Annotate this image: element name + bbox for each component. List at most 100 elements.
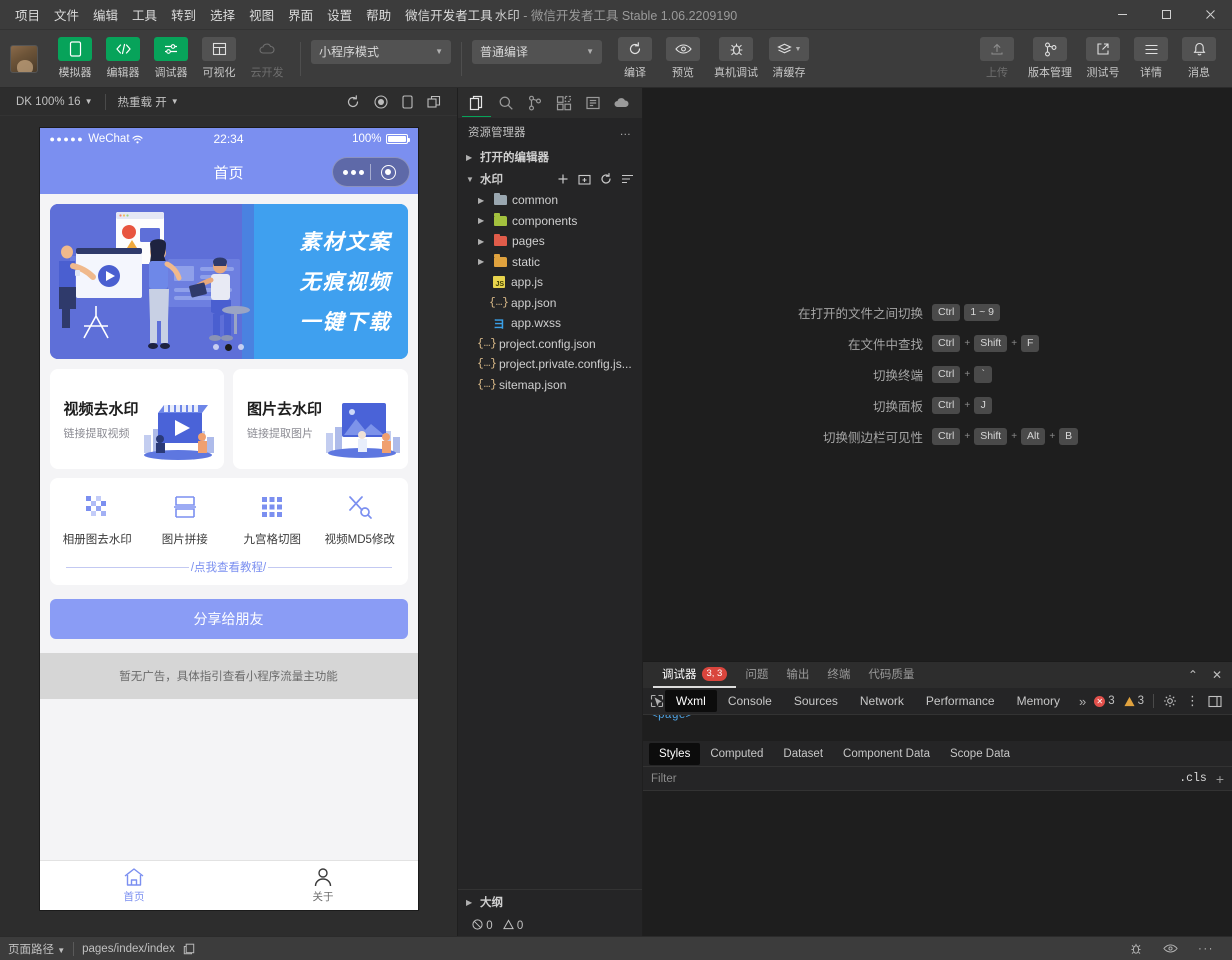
extensions-icon[interactable] xyxy=(549,89,578,117)
banner-dot-active[interactable] xyxy=(225,344,232,351)
tool-grid9-cut[interactable]: 九宫格切图 xyxy=(229,492,317,547)
collapse-panel-icon[interactable]: ⌃ xyxy=(1188,668,1198,682)
share-button[interactable]: 分享给朋友 xyxy=(49,599,408,639)
close-button[interactable] xyxy=(1188,0,1232,30)
tree-item-sitemap[interactable]: {…} sitemap.json xyxy=(458,375,642,396)
menu-item-file[interactable]: 文件 xyxy=(47,1,86,28)
devtools-tab-sources[interactable]: Sources xyxy=(783,690,849,712)
cls-button[interactable]: .cls xyxy=(1179,772,1207,785)
tree-item-project-config[interactable]: {…} project.config.json xyxy=(458,334,642,355)
tree-item-app-json[interactable]: {…} app.json xyxy=(458,293,642,314)
toolbar-upload[interactable]: 上传 xyxy=(974,37,1020,80)
error-count-group[interactable]: 0 xyxy=(472,918,493,932)
tree-item-pages[interactable]: ▶ pages xyxy=(458,231,642,252)
maximize-button[interactable] xyxy=(1144,0,1188,30)
tree-item-project-private-config[interactable]: {…} project.private.config.js... xyxy=(458,354,642,375)
toolbar-preview[interactable]: 预览 xyxy=(660,37,706,80)
chevron-right-icon[interactable]: ▶ xyxy=(478,237,488,246)
warning-count-group[interactable]: 0 xyxy=(502,918,523,932)
chevron-right-icon[interactable]: ▶ xyxy=(478,257,488,266)
files-icon[interactable] xyxy=(462,89,491,117)
new-folder-icon[interactable] xyxy=(578,173,591,185)
toolbar-details[interactable]: 详情 xyxy=(1128,37,1174,80)
devtools-tab-wxml[interactable]: Wxml xyxy=(664,690,717,712)
toolbar-debugger[interactable]: 调试器 xyxy=(148,37,194,80)
tabbar-item-home[interactable]: 首页 xyxy=(40,861,229,910)
toolbar-realdevice-debug[interactable]: 真机调试 xyxy=(708,37,764,80)
toolbar-visualize[interactable]: 可视化 xyxy=(196,37,242,80)
minimize-button[interactable] xyxy=(1100,0,1144,30)
toolbar-version-manage[interactable]: 版本管理 xyxy=(1022,37,1078,80)
toolbar-clear-cache[interactable]: ▼ 清缓存 xyxy=(766,37,812,80)
banner-dot[interactable] xyxy=(213,344,219,350)
compile-select[interactable]: 普通编译 ▼ xyxy=(472,39,602,64)
tree-item-components[interactable]: ▶ components xyxy=(458,211,642,232)
styles-tab-scope-data[interactable]: Scope Data xyxy=(940,743,1020,765)
refresh-icon[interactable] xyxy=(346,94,360,109)
close-panel-icon[interactable]: ✕ xyxy=(1212,668,1222,682)
tool-video-md5[interactable]: 视频MD5修改 xyxy=(316,492,404,547)
project-section[interactable]: ▼ 水印 xyxy=(458,168,642,190)
new-file-icon[interactable] xyxy=(557,173,569,185)
devtools-tab-performance[interactable]: Performance xyxy=(915,690,1006,712)
menu-item-help[interactable]: 帮助 xyxy=(359,1,398,28)
tree-item-static[interactable]: ▶ static xyxy=(458,252,642,273)
chevron-right-icon[interactable]: ▶ xyxy=(478,196,488,205)
record-icon[interactable] xyxy=(374,94,388,109)
promo-banner[interactable]: 素材文案 无痕视频 一键下载 xyxy=(49,204,408,359)
wxml-dom-strip[interactable]: <page> xyxy=(643,715,1232,741)
panel-tab-terminal[interactable]: 终端 xyxy=(818,662,859,688)
detach-window-icon[interactable] xyxy=(427,95,441,109)
open-editors-section[interactable]: ▶ 打开的编辑器 xyxy=(458,146,642,168)
menu-item-goto[interactable]: 转到 xyxy=(164,1,203,28)
hotreload-select[interactable]: 热重载 开 ▼ xyxy=(110,94,187,110)
devtools-error-count[interactable]: ✕ 3 xyxy=(1094,695,1115,707)
page-path-select[interactable]: 页面路径 ▼ xyxy=(8,941,65,957)
toolbar-cloud[interactable]: 云开发 xyxy=(244,37,290,80)
more-icon[interactable]: ··· xyxy=(1198,943,1214,955)
bug-icon[interactable] xyxy=(1129,942,1143,956)
toolbar-simulator[interactable]: 模拟器 xyxy=(52,37,98,80)
copy-icon[interactable] xyxy=(183,943,195,955)
collapse-all-icon[interactable] xyxy=(621,173,634,185)
gear-icon[interactable] xyxy=(1163,694,1177,708)
devtools-more-icon[interactable]: ⋮ xyxy=(1186,694,1199,707)
styles-tab-styles[interactable]: Styles xyxy=(649,742,701,765)
menu-item-view[interactable]: 视图 xyxy=(242,1,281,28)
add-rule-button[interactable]: + xyxy=(1216,771,1224,787)
banner-dot[interactable] xyxy=(238,344,244,350)
tree-item-common[interactable]: ▶ common xyxy=(458,190,642,211)
cloud-db-icon[interactable] xyxy=(607,89,636,117)
close-miniprogram-icon[interactable] xyxy=(371,164,405,180)
styles-tab-computed[interactable]: Computed xyxy=(700,743,773,765)
devtools-tab-console[interactable]: Console xyxy=(717,690,783,712)
card-video-watermark[interactable]: 视频去水印 链接提取视频 xyxy=(49,369,224,469)
device-select[interactable]: DK 100% 16 ▼ xyxy=(8,96,101,108)
tabbar-item-about[interactable]: 关于 xyxy=(229,861,418,910)
search-icon[interactable] xyxy=(491,89,520,117)
menu-item-tools[interactable]: 工具 xyxy=(125,1,164,28)
tutorial-link[interactable]: /点我查看教程/ xyxy=(54,547,404,579)
tree-item-app-js[interactable]: JS app.js xyxy=(458,272,642,293)
tool-album-watermark[interactable]: 相册图去水印 xyxy=(54,492,142,547)
panel-tab-code-quality[interactable]: 代码质量 xyxy=(859,662,923,688)
styles-tab-dataset[interactable]: Dataset xyxy=(773,743,833,765)
styles-tab-component-data[interactable]: Component Data xyxy=(833,743,940,765)
banner-pagination-dots[interactable] xyxy=(50,344,408,351)
outline-section[interactable]: ▶ 大纲 xyxy=(458,890,642,914)
menu-item-interface[interactable]: 界面 xyxy=(281,1,320,28)
tool-image-stitch[interactable]: 图片拼接 xyxy=(141,492,229,547)
eye-icon[interactable] xyxy=(1163,943,1178,954)
toolbar-editor[interactable]: 编辑器 xyxy=(100,37,146,80)
rotate-device-icon[interactable] xyxy=(402,94,413,109)
devtools-warning-count[interactable]: 3 xyxy=(1124,695,1144,707)
explorer-more-icon[interactable]: … xyxy=(620,126,633,138)
snippet-icon[interactable] xyxy=(578,89,607,117)
menu-item-edit[interactable]: 编辑 xyxy=(86,1,125,28)
panel-tab-debugger[interactable]: 调试器 3, 3 xyxy=(653,662,737,688)
source-control-icon[interactable] xyxy=(520,89,549,117)
menu-item-devtools[interactable]: 微信开发者工具 xyxy=(398,1,500,28)
toolbar-test-account[interactable]: 测试号 xyxy=(1080,37,1126,80)
refresh-icon[interactable] xyxy=(600,173,612,185)
filter-input[interactable]: Filter xyxy=(651,773,677,785)
